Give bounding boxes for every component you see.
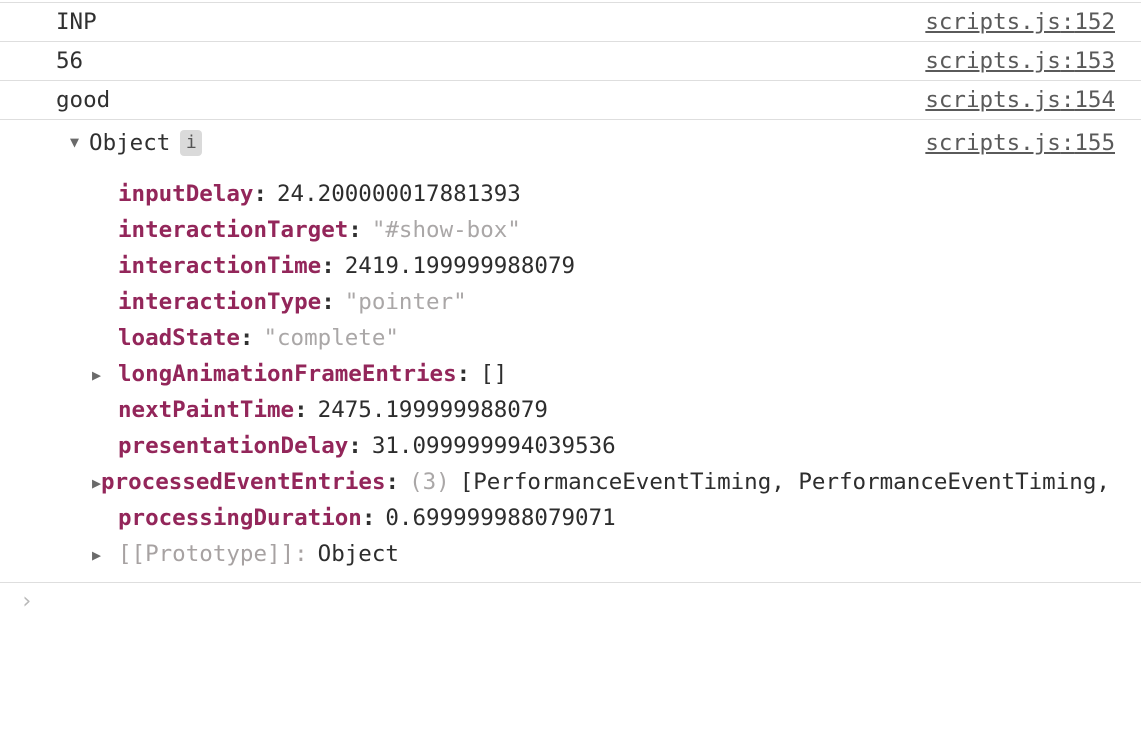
object-label[interactable]: Object	[89, 130, 170, 156]
prop-value: 0.699999988079071	[385, 505, 615, 531]
prop-value: Object	[318, 541, 399, 567]
prop-value: 24.200000017881393	[277, 181, 521, 207]
source-link[interactable]: scripts.js:154	[925, 87, 1115, 113]
object-property[interactable]: processingDuration: 0.699999988079071	[92, 500, 1115, 536]
source-link[interactable]: scripts.js:153	[925, 48, 1115, 74]
console-output: INP scripts.js:152 56 scripts.js:153 goo…	[0, 0, 1141, 620]
prop-value: "complete"	[263, 325, 398, 351]
object-property[interactable]: presentationDelay: 31.099999994039536	[92, 428, 1115, 464]
console-log-row[interactable]: 56 scripts.js:153	[0, 42, 1141, 81]
object-property[interactable]: interactionTime: 2419.199999988079	[92, 248, 1115, 284]
object-property[interactable]: loadState: "complete"	[92, 320, 1115, 356]
prop-value: "#show-box"	[372, 217, 521, 243]
chevron-right-icon[interactable]: ▶	[92, 546, 118, 564]
console-prompt[interactable]: ›	[0, 583, 1141, 620]
chevron-right-icon[interactable]: ▶	[92, 474, 101, 492]
console-log-row[interactable]: good scripts.js:154	[0, 81, 1141, 120]
object-properties: inputDelay: 24.200000017881393 interacti…	[56, 176, 1115, 572]
console-log-row[interactable]: INP scripts.js:152	[0, 2, 1141, 42]
chevron-right-icon: ›	[20, 589, 33, 614]
object-property[interactable]: ▶ longAnimationFrameEntries: []	[92, 356, 1115, 392]
prop-value: "pointer"	[345, 289, 467, 315]
log-text: INP	[56, 9, 97, 35]
object-prototype[interactable]: ▶ [[Prototype]]: Object	[92, 536, 1115, 572]
info-icon[interactable]: i	[180, 130, 202, 156]
prop-value: 2419.199999988079	[345, 253, 575, 279]
object-property[interactable]: interactionTarget: "#show-box"	[92, 212, 1115, 248]
console-object-row: ▼ Object i scripts.js:155 inputDelay: 24…	[0, 120, 1141, 583]
source-link[interactable]: scripts.js:152	[925, 9, 1115, 35]
object-property[interactable]: ▶ processedEventEntries: (3) [Performanc…	[92, 464, 1115, 500]
prop-value: 2475.199999988079	[318, 397, 548, 423]
prop-value: [PerformanceEventTiming, PerformanceEven…	[460, 469, 1115, 495]
object-property[interactable]: interactionType: "pointer"	[92, 284, 1115, 320]
array-count: (3)	[409, 469, 450, 495]
chevron-down-icon[interactable]: ▼	[70, 135, 79, 150]
prop-value: 31.099999994039536	[372, 433, 616, 459]
object-property[interactable]: inputDelay: 24.200000017881393	[92, 176, 1115, 212]
chevron-right-icon[interactable]: ▶	[92, 366, 118, 384]
source-link[interactable]: scripts.js:155	[925, 130, 1115, 156]
log-text: good	[56, 87, 110, 113]
log-text: 56	[56, 48, 83, 74]
prop-value: []	[480, 361, 507, 387]
object-property[interactable]: nextPaintTime: 2475.199999988079	[92, 392, 1115, 428]
